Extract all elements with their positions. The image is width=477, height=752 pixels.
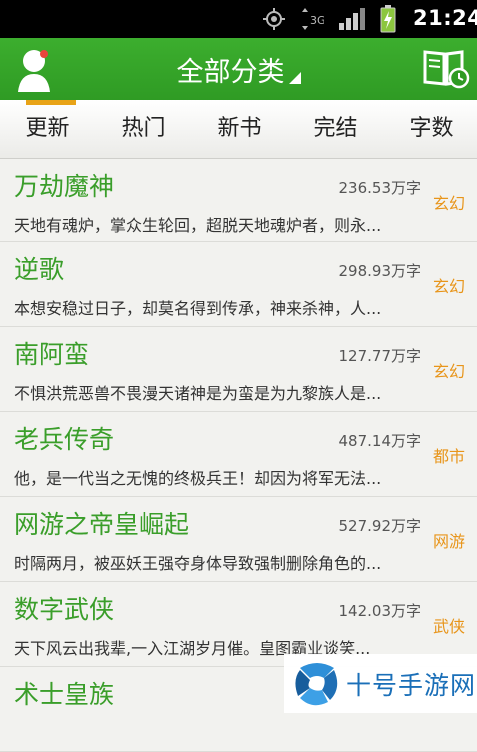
- site-logo-icon: [295, 663, 338, 706]
- book-title: 数字武侠: [14, 595, 115, 624]
- book-description: 他，是一代当之无愧的终极兵王！却因为将军无法...: [14, 469, 382, 488]
- book-title: 南阿蛮: [14, 340, 90, 369]
- book-description: 天地有魂炉，掌众生轮回，超脱天地魂炉者，则永...: [14, 216, 382, 235]
- category-tag: 武侠: [432, 617, 465, 636]
- watermark: 十号手游网: [284, 654, 477, 713]
- book-title: 逆歌: [14, 255, 65, 284]
- page-title: 全部分类: [176, 57, 285, 88]
- 3g-data-icon: 3G: [302, 8, 324, 30]
- book-title: 术士皇族: [14, 680, 115, 709]
- gps-icon: [263, 8, 285, 30]
- category-tag: 都市: [432, 447, 465, 466]
- list-item[interactable]: 南阿蛮 127.77万字 玄幻 不惧洪荒恶兽不畏漫天诸神是为蛮是为九黎族人是..…: [0, 327, 477, 412]
- word-count: 142.03万字: [338, 602, 422, 620]
- category-selector[interactable]: 全部分类: [0, 50, 477, 89]
- battery-charging-icon: [380, 5, 396, 33]
- book-description: 时隔两月，被巫妖王强夺身体导致强制删除角色的...: [14, 554, 382, 573]
- word-count: 127.77万字: [338, 347, 422, 365]
- tab-new-books[interactable]: 新书: [192, 100, 287, 158]
- book-description: 本想安稳过日子，却莫名得到传承，神来杀神，人...: [14, 299, 382, 318]
- tab-bar: 更新 热门 新书 完结 字数: [0, 100, 477, 159]
- book-title: 老兵传奇: [14, 425, 115, 454]
- word-count: 298.93万字: [338, 262, 422, 280]
- word-count: 527.92万字: [338, 517, 422, 535]
- list-item[interactable]: 逆歌 298.93万字 玄幻 本想安稳过日子，却莫名得到传承，神来杀神，人...: [0, 242, 477, 327]
- list-item[interactable]: 老兵传奇 487.14万字 都市 他，是一代当之无愧的终极兵王！却因为将军无法.…: [0, 412, 477, 497]
- category-tag: 网游: [432, 532, 465, 551]
- word-count: 487.14万字: [338, 432, 422, 450]
- tab-update[interactable]: 更新: [0, 100, 95, 158]
- list-item[interactable]: 万劫魔神 236.53万字 玄幻 天地有魂炉，掌众生轮回，超脱天地魂炉者，则永.…: [0, 159, 477, 242]
- bookshelf-icon[interactable]: [422, 46, 470, 90]
- clock: 21:24: [413, 6, 477, 30]
- list-item[interactable]: 网游之帝皇崛起 527.92万字 网游 时隔两月，被巫妖王强夺身体导致强制删除角…: [0, 497, 477, 582]
- category-tag: 玄幻: [432, 194, 465, 213]
- category-tag: 玄幻: [432, 277, 465, 296]
- signal-icon: [339, 8, 365, 30]
- app-header: 全部分类: [0, 38, 477, 100]
- tab-completed[interactable]: 完结: [288, 100, 383, 158]
- book-description: 不惧洪荒恶兽不畏漫天诸神是为蛮是为九黎族人是...: [14, 384, 382, 403]
- tab-popular[interactable]: 热门: [96, 100, 191, 158]
- book-title: 万劫魔神: [14, 172, 115, 201]
- status-bar: 3G 21:24: [0, 0, 477, 38]
- tab-word-count[interactable]: 字数: [384, 100, 477, 158]
- category-tag: 玄幻: [432, 362, 465, 381]
- word-count: 236.53万字: [338, 179, 422, 197]
- network-label: 3G: [310, 14, 324, 27]
- watermark-text: 十号手游网: [346, 671, 477, 700]
- book-title: 网游之帝皇崛起: [14, 510, 190, 539]
- dropdown-caret-icon: [288, 72, 301, 84]
